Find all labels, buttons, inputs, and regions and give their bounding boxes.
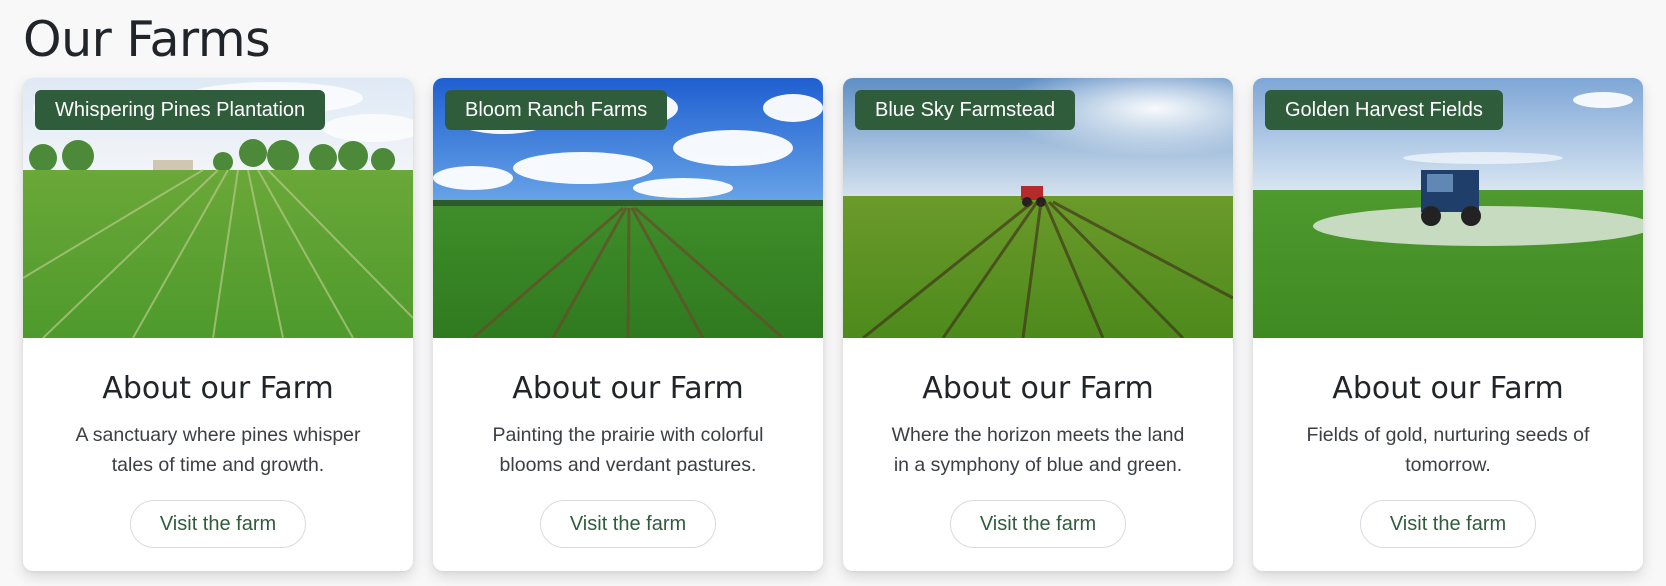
farm-image: Whispering Pines Plantation (23, 78, 413, 338)
card-title: About our Farm (512, 371, 744, 406)
visit-farm-button[interactable]: Visit the farm (540, 500, 716, 548)
farm-image: Golden Harvest Fields (1253, 78, 1643, 338)
card-title: About our Farm (922, 371, 1154, 406)
card-description: Fields of gold, nurturing seeds of tomor… (1306, 424, 1590, 476)
farm-name-badge: Bloom Ranch Farms (445, 90, 668, 130)
farm-card-list: Whispering Pines Plantation About our Fa… (23, 78, 1645, 571)
card-title: About our Farm (102, 371, 334, 406)
farm-name-badge: Golden Harvest Fields (1265, 90, 1503, 130)
card-description: Painting the prairie with colorful bloom… (492, 424, 764, 476)
card-body: About our Farm Fields of gold, nurturing… (1253, 338, 1643, 571)
visit-farm-button[interactable]: Visit the farm (950, 500, 1126, 548)
farm-image: Blue Sky Farmstead (843, 78, 1233, 338)
farm-name-badge: Whispering Pines Plantation (35, 90, 326, 130)
card-description: Where the horizon meets the land in a sy… (891, 424, 1185, 476)
page-title: Our Farms (23, 11, 271, 68)
card-title: About our Farm (1332, 371, 1564, 406)
farm-card: Golden Harvest Fields About our Farm Fie… (1253, 78, 1643, 571)
farm-image: Bloom Ranch Farms (433, 78, 823, 338)
farm-name-badge: Blue Sky Farmstead (855, 90, 1076, 130)
card-body: About our Farm A sanctuary where pines w… (23, 338, 413, 571)
farm-card: Blue Sky Farmstead About our Farm Where … (843, 78, 1233, 571)
card-body: About our Farm Where the horizon meets t… (843, 338, 1233, 571)
visit-farm-button[interactable]: Visit the farm (1360, 500, 1536, 548)
visit-farm-button[interactable]: Visit the farm (130, 500, 306, 548)
farm-card: Whispering Pines Plantation About our Fa… (23, 78, 413, 571)
card-description: A sanctuary where pines whisper tales of… (75, 424, 361, 476)
farm-card: Bloom Ranch Farms About our Farm Paintin… (433, 78, 823, 571)
card-body: About our Farm Painting the prairie with… (433, 338, 823, 571)
